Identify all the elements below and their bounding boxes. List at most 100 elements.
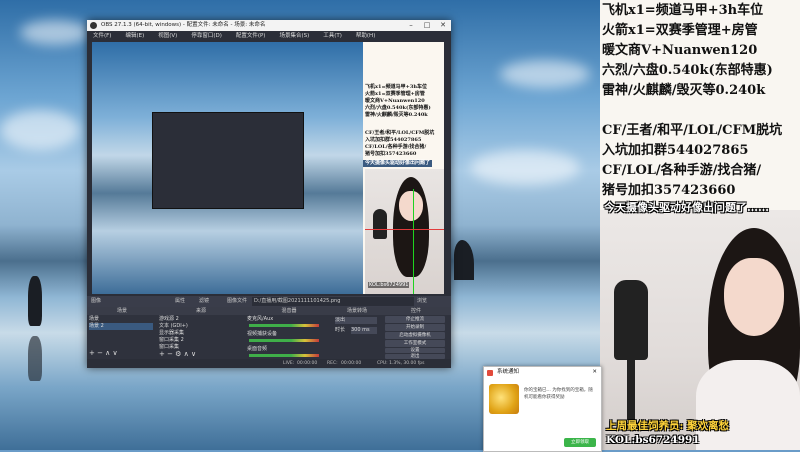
kol-caption: KOL:bs6724991 [606, 434, 700, 446]
studio-mode-button[interactable]: 工作室模式 [385, 340, 445, 347]
mixer-channel-label: 麦克风/Aux [247, 316, 274, 322]
info-line: CF/王者/和平/LOL/CFM脱坑 [602, 123, 783, 138]
menu-help[interactable]: 帮助(H) [356, 33, 375, 39]
stop-streaming-button[interactable]: 停止推流 [385, 316, 445, 323]
preview-transform-guide [413, 189, 414, 294]
popup-title: 系统通知 [497, 369, 520, 375]
obs-window[interactable]: OBS 27.1.3 (64-bit, windows) - 配置文件: 未命名… [87, 20, 451, 368]
info-line: 雷神/火麒麟/毁灭等0.240k [602, 83, 766, 98]
menu-view[interactable]: 视图(V) [158, 33, 177, 39]
audio-meter [249, 324, 319, 327]
webcam-feed: 上周最佳饲养员: 聚欢离愁 KOL:bs6724991 [600, 210, 800, 450]
camera-banner: 今天摄像头驱动好像出问题了…… [600, 197, 800, 215]
preview-text-line: CF/LOL/各种手游/找合猪/ [365, 144, 427, 150]
preview-cam-caption: KOL:bs6724991 [368, 282, 410, 288]
info-line: 火箭x1=双赛季管理+房管 [602, 23, 758, 38]
preview-text-line: CF/王者/和平/LOL/CFM脱坑 [365, 130, 435, 136]
scenes-dock-title: 场景 [87, 307, 157, 315]
preview-webcam-source: KOL:bs6724991 [365, 169, 444, 294]
audio-meter [249, 339, 319, 342]
info-line: CF/LOL/各种手游/找合猪/ [602, 163, 762, 178]
menu-edit[interactable]: 编辑(E) [125, 33, 144, 39]
menu-scene-collection[interactable]: 场景集合(S) [279, 33, 309, 39]
info-line: 六烈/六盘0.540k(东部特惠) [602, 63, 773, 78]
source-item[interactable]: 游戏源 2 [159, 316, 179, 323]
cloud [470, 150, 580, 185]
selected-source-label: 图像 [91, 298, 102, 304]
obs-window-title: OBS 27.1.3 (64-bit, windows) - 配置文件: 未命名… [101, 22, 266, 28]
scene-item[interactable]: 场景 [89, 316, 99, 323]
audio-mixer-dock: 混音器 麦克风/Aux 视频捕获设备 桌面音频 [245, 307, 334, 359]
preview-text-line: 暖文商V+Nuanwen120 [365, 98, 425, 104]
transitions-dock: 场景转场 淡出 时长 300 ms [333, 307, 382, 359]
source-add-remove-icons[interactable]: + − ⚙ ∧ ∨ [159, 351, 196, 358]
best-feeder-caption: 上周最佳饲养员: 聚欢离愁 [606, 420, 730, 432]
browse-button[interactable]: 浏览 [417, 296, 427, 307]
scene-item[interactable]: 场景 2 [89, 323, 153, 330]
live-label: LIVE: [283, 361, 295, 366]
maximize-icon[interactable]: □ [419, 20, 435, 31]
mixer-dock-title: 混音器 [245, 307, 333, 315]
source-item[interactable]: 显示器采集 [159, 330, 184, 337]
virtual-camera-button[interactable]: 启动虚拟摄像机 [385, 332, 445, 339]
notification-popup[interactable]: 系统通知 ✕ 你的宝箱已... 为你找到的宝箱，随机可能看你获得奖励 立即领取 [483, 366, 602, 452]
person-shirt [696, 360, 800, 450]
cloud [500, 60, 590, 88]
transitions-dock-title: 场景转场 [333, 307, 381, 315]
preview-text-line: 入坑加扣群544027865 [365, 137, 422, 143]
source-toolbar: 图像 属性 滤镜 图像文件 D:/直播用/截图2021111101425.png… [87, 296, 451, 307]
obs-preview-canvas[interactable]: 飞机x1=频道马甲+3h车位 火箭x1=双赛季管理+房管 暖文商V+Nuanwe… [92, 42, 444, 294]
duration-input[interactable]: 300 ms [351, 327, 377, 334]
minimize-icon[interactable]: – [403, 20, 419, 31]
transition-select[interactable]: 淡出 [335, 317, 377, 324]
preview-person-face [399, 191, 423, 221]
sources-dock-title: 来源 [157, 307, 245, 315]
camera-banner-text: 今天摄像头驱动好像出问题了…… [604, 201, 769, 214]
popup-title-bar: 系统通知 ✕ [484, 367, 601, 378]
menu-docks[interactable]: 停靠窗口(D) [191, 33, 222, 39]
preview-desktop-capture [92, 42, 363, 294]
controls-dock: 控件 停止推流 开始录制 启动虚拟摄像机 工作室模式 设置 退出 [381, 307, 451, 359]
controls-dock-title: 控件 [381, 307, 451, 315]
start-recording-button[interactable]: 开始录制 [385, 324, 445, 331]
obs-status-bar: LIVE: 00:00:00 REC: 00:00:00 CPU: 1.3%, … [87, 359, 451, 368]
menu-tools[interactable]: 工具(T) [323, 33, 342, 39]
audio-meter [249, 354, 319, 357]
treasure-chest-icon [489, 384, 519, 414]
menu-profile[interactable]: 配置文件(P) [236, 33, 266, 39]
microphone [614, 280, 648, 360]
filters-button[interactable]: 滤镜 [199, 296, 209, 307]
obs-title-bar[interactable]: OBS 27.1.3 (64-bit, windows) - 配置文件: 未命名… [87, 20, 451, 31]
source-item[interactable]: 文本 (GDI+) [159, 323, 188, 330]
runner-reflection [28, 336, 42, 381]
image-file-label: 图像文件 [227, 298, 248, 304]
runner-silhouette [28, 276, 42, 326]
scene-add-remove-icons[interactable]: + − ∧ ∨ [89, 350, 118, 357]
obs-app-icon [90, 22, 97, 29]
info-line: 入坑加扣群544027865 [602, 143, 749, 158]
rec-time: 00:00:00 [341, 361, 362, 366]
sources-dock: 来源 游戏源 2 文本 (GDI+) 显示器采集 窗口采集 2 窗口采集 + −… [157, 307, 246, 359]
cpu-readout: CPU: 1.3%, 30.00 fps [377, 361, 425, 366]
preview-text-line: 六烈/六盘0.540k(东部特惠) [365, 105, 431, 111]
preview-nested-obs [152, 112, 304, 209]
info-line: 飞机x1=频道马甲+3h车位 [602, 3, 764, 18]
cloud [20, 20, 90, 45]
preview-text-line: 雷神/火麒麟/毁灭等0.240k [365, 112, 428, 118]
duration-label: 时长 [335, 327, 346, 333]
close-icon[interactable]: ✕ [592, 367, 597, 378]
settings-button[interactable]: 设置 [385, 348, 445, 353]
obs-docks: 场景 场景 场景 2 + − ∧ ∨ 来源 游戏源 2 文本 (GDI+) 显示… [87, 307, 451, 359]
cloud [0, 110, 80, 150]
claim-button[interactable]: 立即领取 [564, 438, 596, 447]
popup-message: 你的宝箱已... 为你找到的宝箱，随机可能看你获得奖励 [524, 388, 593, 400]
scenes-dock: 场景 场景 场景 2 + − ∧ ∨ [87, 307, 158, 359]
source-item[interactable]: 窗口采集 2 [159, 337, 184, 344]
menu-file[interactable]: 文件(F) [93, 33, 111, 39]
properties-button[interactable]: 属性 [175, 296, 185, 307]
image-path-field[interactable]: D:/直播用/截图2021111101425.png [252, 297, 414, 306]
stream-info-panel: 飞机x1=频道马甲+3h车位 火箭x1=双赛季管理+房管 暖文商V+Nuanwe… [600, 0, 800, 210]
close-icon[interactable]: ✕ [435, 20, 451, 31]
person-face [724, 258, 784, 336]
mixer-channel-label: 视频捕获设备 [247, 331, 278, 337]
